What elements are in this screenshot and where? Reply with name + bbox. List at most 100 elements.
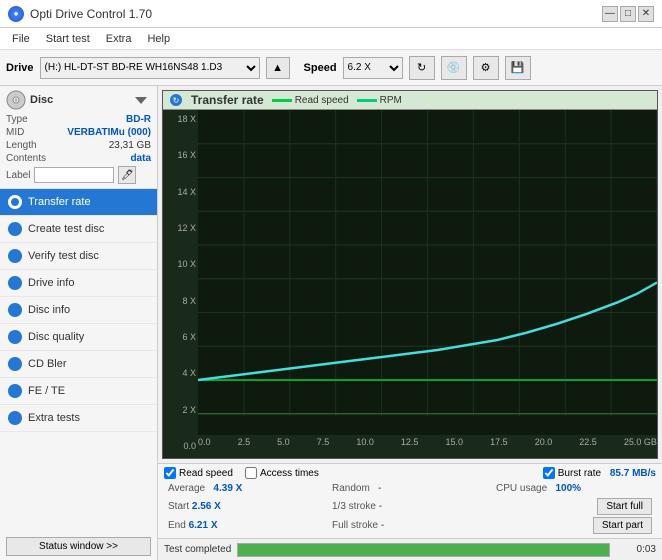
nav-transfer-rate[interactable]: Transfer rate	[0, 189, 157, 216]
disc-mid-row: MID VERBATIMu (000)	[6, 127, 151, 138]
status-text: Test completed	[164, 544, 231, 555]
y-label-0: 0.0	[183, 441, 196, 451]
maximize-button[interactable]: □	[620, 6, 636, 22]
nav-transfer-rate-label: Transfer rate	[28, 196, 91, 208]
checkbox-row: Read speed Access times Burst rate 85.7 …	[164, 467, 656, 479]
stat-average-value: 4.39 X	[213, 483, 242, 494]
legend-read-speed-label: Read speed	[295, 95, 349, 106]
sidebar: Disc Type BD-R MID VERBATIMu (000) Lengt…	[0, 86, 158, 560]
nav-disc-quality-label: Disc quality	[28, 331, 84, 343]
y-axis: 18 X 16 X 14 X 12 X 10 X 8 X 6 X 4 X 2 X…	[163, 110, 198, 455]
x-label-200: 20.0	[535, 437, 553, 453]
y-label-10: 10 X	[177, 259, 196, 269]
action-row-1: Start 2.56 X 1/3 stroke - Start full	[164, 497, 656, 516]
action-start-full: Start full	[492, 497, 656, 516]
nav-transfer-rate-icon	[8, 195, 22, 209]
x-axis-labels: 0.0 2.5 5.0 7.5 10.0 12.5 15.0 17.5 20.0…	[198, 435, 657, 455]
x-label-50: 5.0	[277, 437, 290, 453]
status-window-button[interactable]: Status window >>	[6, 537, 151, 556]
y-label-18: 18 X	[177, 114, 196, 124]
disc-contents-label: Contents	[6, 153, 46, 164]
menu-help[interactable]: Help	[139, 31, 178, 47]
save-icon-btn[interactable]: 💾	[505, 56, 531, 80]
nav-disc-quality[interactable]: Disc quality	[0, 324, 157, 351]
disc-mid-label: MID	[6, 127, 24, 138]
window-controls: — □ ✕	[602, 6, 654, 22]
x-label-100: 10.0	[356, 437, 374, 453]
action-stroke-value: -	[379, 501, 382, 512]
eject-button[interactable]: ▲	[266, 57, 290, 79]
disc-panel: Disc Type BD-R MID VERBATIMu (000) Lengt…	[0, 86, 157, 189]
disc-length-label: Length	[6, 140, 37, 151]
stat-random-label: Random	[332, 483, 370, 494]
cb-burst-rate-label: Burst rate	[558, 468, 601, 479]
stat-cpu: CPU usage 100%	[492, 482, 656, 495]
disc-length-value: 23,31 GB	[109, 140, 151, 151]
stat-random-value: -	[378, 483, 381, 494]
disc-icon-btn[interactable]: 💿	[441, 56, 467, 80]
disc-contents-row: Contents data	[6, 153, 151, 164]
nav-create-test-disc-label: Create test disc	[28, 223, 104, 235]
y-label-6: 6 X	[182, 332, 196, 342]
nav-fe-te[interactable]: FE / TE	[0, 378, 157, 405]
top-controls-bar: Drive (H:) HL-DT-ST BD-RE WH16NS48 1.D3 …	[0, 50, 662, 86]
menu-start-test[interactable]: Start test	[38, 31, 98, 47]
stat-cpu-value: 100%	[555, 483, 581, 494]
x-label-25: 2.5	[238, 437, 251, 453]
disc-type-row: Type BD-R	[6, 114, 151, 125]
legend-rpm-color	[357, 99, 377, 102]
start-part-button[interactable]: Start part	[593, 517, 652, 534]
action-start: Start 2.56 X	[164, 497, 328, 516]
main-layout: Disc Type BD-R MID VERBATIMu (000) Lengt…	[0, 86, 662, 560]
nav-create-test-disc[interactable]: Create test disc	[0, 216, 157, 243]
menu-file[interactable]: File	[4, 31, 38, 47]
action-stroke-label: 1/3 stroke	[332, 501, 376, 512]
y-label-2: 2 X	[182, 405, 196, 415]
menu-bar: File Start test Extra Help	[0, 28, 662, 50]
cb-read-speed-input[interactable]	[164, 467, 176, 479]
x-label-225: 22.5	[579, 437, 597, 453]
chart-svg	[198, 110, 657, 435]
stats-area: Read speed Access times Burst rate 85.7 …	[158, 463, 662, 538]
action-row-2: End 6.21 X Full stroke - Start part	[164, 516, 656, 535]
y-label-16: 16 X	[177, 150, 196, 160]
action-full-stroke-label: Full stroke	[332, 520, 378, 531]
nav-verify-test-disc-icon	[8, 249, 22, 263]
close-button[interactable]: ✕	[638, 6, 654, 22]
nav-drive-info-icon	[8, 276, 22, 290]
menu-extra[interactable]: Extra	[98, 31, 140, 47]
start-full-button[interactable]: Start full	[597, 498, 652, 515]
nav-fe-te-icon	[8, 384, 22, 398]
stat-average: Average 4.39 X	[164, 482, 328, 495]
disc-mid-value: VERBATIMu (000)	[67, 127, 151, 138]
chart-area: 18 X 16 X 14 X 12 X 10 X 8 X 6 X 4 X 2 X…	[163, 110, 657, 455]
disc-arrow-icon	[131, 90, 151, 110]
content-area: ↻ Transfer rate Read speed RPM 18 X 16 X	[158, 86, 662, 560]
nav-extra-tests-icon	[8, 411, 22, 425]
cb-burst-rate-value: 85.7 MB/s	[610, 468, 656, 479]
cb-read-speed: Read speed	[164, 467, 233, 479]
nav-disc-info[interactable]: Disc info	[0, 297, 157, 324]
y-label-8: 8 X	[182, 296, 196, 306]
nav-drive-info-label: Drive info	[28, 277, 74, 289]
nav-extra-tests[interactable]: Extra tests	[0, 405, 157, 432]
disc-label-input[interactable]	[34, 167, 114, 183]
legend-rpm: RPM	[357, 95, 402, 106]
minimize-button[interactable]: —	[602, 6, 618, 22]
cb-access-times-input[interactable]	[245, 467, 257, 479]
refresh-icon[interactable]: ↻	[409, 56, 435, 80]
disc-label-icon[interactable]: 🖊	[118, 166, 136, 184]
svg-text:↻: ↻	[173, 96, 180, 105]
nav-fe-te-label: FE / TE	[28, 385, 65, 397]
settings-icon-btn[interactable]: ⚙	[473, 56, 499, 80]
speed-select[interactable]: 6.2 X	[343, 57, 403, 79]
drive-select[interactable]: (H:) HL-DT-ST BD-RE WH16NS48 1.D3	[40, 57, 260, 79]
nav-drive-info[interactable]: Drive info	[0, 270, 157, 297]
nav-verify-test-disc[interactable]: Verify test disc	[0, 243, 157, 270]
cb-burst-rate-input[interactable]	[543, 467, 555, 479]
nav-cd-bler-icon	[8, 357, 22, 371]
action-start-value: 2.56 X	[192, 501, 221, 512]
nav-cd-bler[interactable]: CD Bler	[0, 351, 157, 378]
chart-container: ↻ Transfer rate Read speed RPM 18 X 16 X	[162, 90, 658, 459]
action-end: End 6.21 X	[164, 516, 328, 535]
